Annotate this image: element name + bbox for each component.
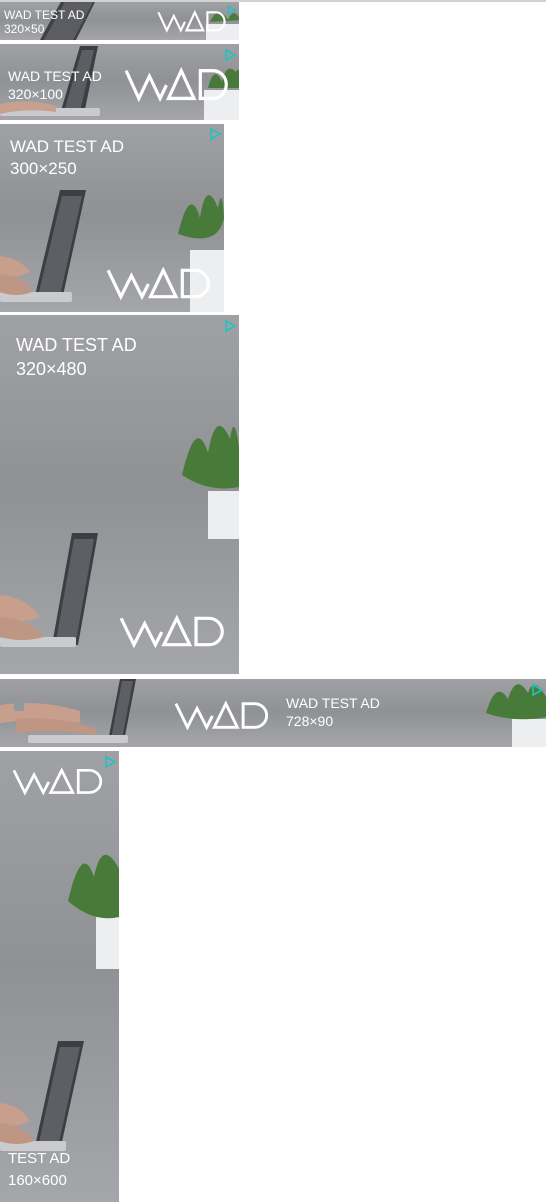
ad-banner-160x600[interactable]: TEST AD 160×600 [0,751,119,1202]
ad-choices-icon[interactable] [226,5,237,16]
ad-choices-icon[interactable] [103,755,117,769]
ad-text-block: WAD TEST AD 320×100 [8,68,102,103]
ad-text-block: TEST AD 160×600 [8,1148,70,1192]
wad-logo [106,264,212,302]
ad-size-label: 320×480 [16,359,87,380]
wad-logo [12,765,104,797]
ad-banner-320x50[interactable]: WAD TEST AD 320×50 [0,2,239,40]
ad-choices-icon[interactable] [530,683,544,697]
ad-text-block: WAD TEST AD 728×90 [286,695,380,730]
ad-size-label: 728×90 [286,712,334,729]
wad-logo [157,8,227,34]
wad-logo [124,64,230,104]
ad-banner-320x100[interactable]: WAD TEST AD 320×100 [0,44,239,120]
ad-banner-300x250[interactable]: WAD TEST AD 300×250 [0,124,224,312]
ad-size-label: 300×250 [10,159,77,179]
ad-choices-icon[interactable] [223,48,237,62]
wad-logo [119,612,226,650]
ad-choices-icon[interactable] [208,127,222,141]
ad-text-block: WAD TEST AD 300×250 [10,136,124,180]
ad-headline: WAD TEST AD [286,695,380,711]
wad-logo [174,698,270,732]
ad-text-block: WAD TEST AD 320×50 [4,8,84,37]
ad-banner-320x480[interactable]: WAD TEST AD 320×480 [0,315,239,674]
ad-choices-icon[interactable] [223,319,237,333]
ad-headline: TEST AD [8,1150,71,1167]
ad-size-label: 320×100 [8,85,63,102]
ad-headline: WAD TEST AD [4,8,85,22]
ad-background-photo [0,679,546,747]
ad-banner-728x90[interactable]: WAD TEST AD 728×90 [0,679,546,747]
ad-headline: WAD TEST AD [16,335,137,355]
ad-headline: WAD TEST AD [8,68,102,84]
ad-size-label: 320×50 [4,22,45,37]
ad-headline: WAD TEST AD [10,137,124,156]
ad-text-block: WAD TEST AD 320×480 [16,333,137,382]
ad-size-label: 160×600 [8,1171,67,1189]
ad-background-photo [0,854,119,1151]
